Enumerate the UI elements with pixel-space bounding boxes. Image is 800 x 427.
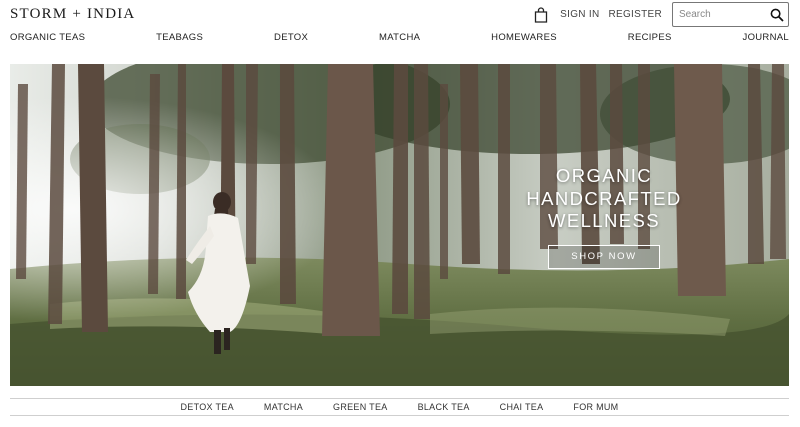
sign-in-link[interactable]: SIGN IN bbox=[560, 9, 599, 20]
category-subnav: DETOX TEA MATCHA GREEN TEA BLACK TEA CHA… bbox=[10, 398, 789, 416]
search-box bbox=[672, 2, 789, 27]
subnav-black-tea[interactable]: BLACK TEA bbox=[418, 402, 470, 412]
nav-homewares[interactable]: HOMEWARES bbox=[491, 32, 557, 43]
search-input[interactable] bbox=[679, 9, 770, 20]
subnav-chai-tea[interactable]: CHAI TEA bbox=[500, 402, 544, 412]
nav-matcha[interactable]: MATCHA bbox=[379, 32, 420, 43]
nav-detox[interactable]: DETOX bbox=[274, 32, 308, 43]
register-link[interactable]: REGISTER bbox=[608, 9, 662, 20]
nav-recipes[interactable]: RECIPES bbox=[628, 32, 672, 43]
subnav-for-mum[interactable]: FOR MUM bbox=[573, 402, 618, 412]
subnav-green-tea[interactable]: GREEN TEA bbox=[333, 402, 388, 412]
hero-headline: ORGANIC HANDCRAFTED WELLNESS bbox=[514, 165, 694, 233]
nav-journal[interactable]: JOURNAL bbox=[743, 32, 789, 43]
headline-line-1: ORGANIC bbox=[555, 165, 653, 186]
hero-copy: ORGANIC HANDCRAFTED WELLNESS SHOP NOW bbox=[514, 165, 694, 269]
brand-logo[interactable]: STORM + INDIA bbox=[10, 6, 135, 23]
nav-organic-teas[interactable]: ORGANIC TEAS bbox=[10, 32, 85, 43]
subnav-detox-tea[interactable]: DETOX TEA bbox=[181, 402, 234, 412]
nav-teabags[interactable]: TEABAGS bbox=[156, 32, 203, 43]
search-icon[interactable] bbox=[770, 8, 784, 22]
subnav-matcha[interactable]: MATCHA bbox=[264, 402, 303, 412]
hero-banner: ORGANIC HANDCRAFTED WELLNESS SHOP NOW bbox=[10, 64, 789, 386]
shopping-bag-icon[interactable] bbox=[534, 6, 548, 23]
main-navigation: ORGANIC TEAS TEABAGS DETOX MATCHA HOMEWA… bbox=[10, 30, 789, 44]
headline-line-2: HANDCRAFTED bbox=[526, 187, 682, 209]
shop-now-button[interactable]: SHOP NOW bbox=[548, 244, 660, 269]
header-utilities: SIGN IN REGISTER bbox=[534, 2, 789, 27]
headline-line-3: WELLNESS bbox=[548, 210, 660, 231]
